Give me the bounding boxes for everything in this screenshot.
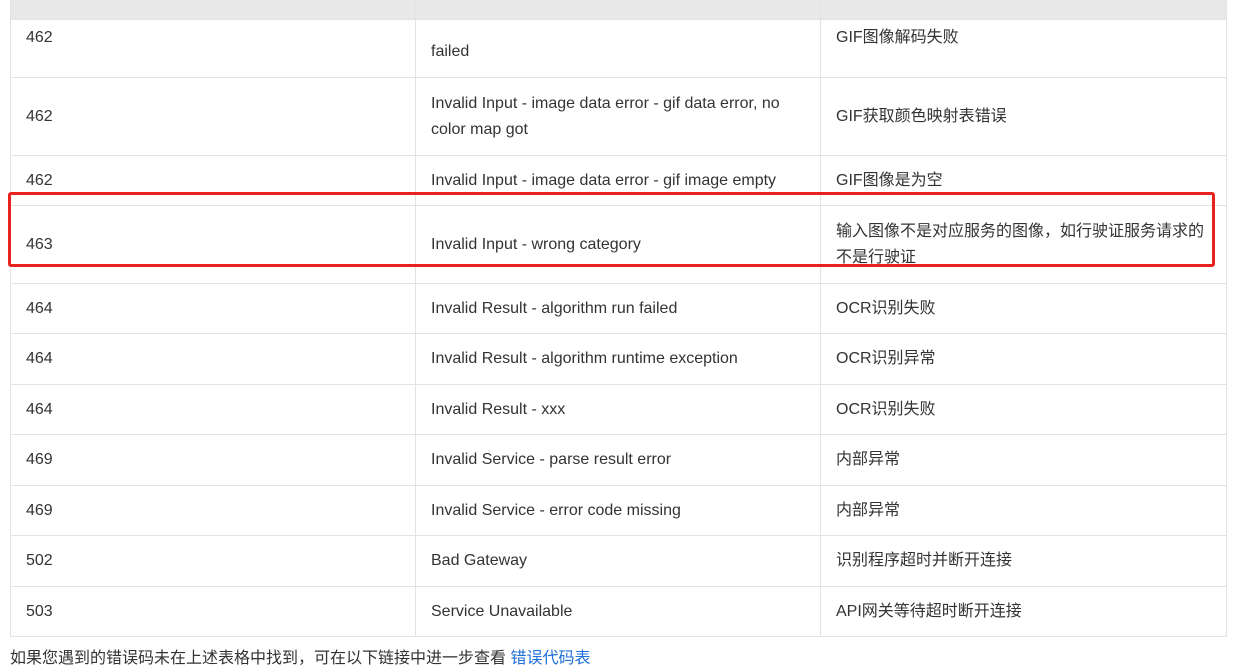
table-row: 462 Invalid Input - image data error - g… (10, 77, 1227, 156)
error-code-cell: 469 (10, 434, 416, 486)
table-row: 464 Invalid Result - algorithm run faile… (10, 283, 1227, 334)
error-message-cell: Bad Gateway (415, 535, 821, 587)
error-code-cell: 462 (10, 77, 416, 156)
table-row: 469 Invalid Service - error code missing… (10, 485, 1227, 536)
error-description-cell: GIF图像解码失败 (820, 19, 1227, 78)
column-header-code (10, 0, 416, 20)
column-header-description (820, 0, 1227, 20)
error-message-cell: Invalid Result - xxx (415, 384, 821, 435)
error-description-cell: OCR识别失败 (820, 283, 1227, 334)
error-description-cell: GIF图像是为空 (820, 155, 1227, 206)
table-row: 469 Invalid Service - parse result error… (10, 434, 1227, 486)
error-description-cell: 识别程序超时并断开连接 (820, 535, 1227, 587)
error-description-cell: 内部异常 (820, 485, 1227, 536)
table-row: 502 Bad Gateway 识别程序超时并断开连接 (10, 535, 1227, 587)
column-header-message (415, 0, 821, 20)
error-code-cell: 463 (10, 205, 416, 284)
footer-note: 如果您遇到的错误码未在上述表格中找到，可在以下链接中进一步查看 错误代码表 (10, 648, 590, 670)
error-code-cell: 464 (10, 283, 416, 334)
error-message-cell: Invalid Service - error code missing (415, 485, 821, 536)
error-code-cell: 503 (10, 586, 416, 637)
table-row-highlighted: 463 Invalid Input - wrong category 输入图像不… (10, 205, 1227, 284)
error-code-cell: 464 (10, 384, 416, 435)
table-row: 464 Invalid Result - algorithm runtime e… (10, 333, 1227, 385)
error-code-table: 462 failed GIF图像解码失败 462 Invalid Input -… (10, 0, 1227, 637)
error-message-cell: Invalid Input - image data error - gif i… (415, 155, 821, 206)
error-code-cell: 464 (10, 333, 416, 385)
error-code-cell: 502 (10, 535, 416, 587)
error-message-cell: Invalid Input - wrong category (415, 205, 821, 284)
error-description-cell: OCR识别失败 (820, 384, 1227, 435)
error-code-table-link[interactable]: 错误代码表 (510, 650, 590, 667)
error-description-cell: 内部异常 (820, 434, 1227, 486)
error-code-cell: 462 (10, 19, 416, 78)
table-row: 462 Invalid Input - image data error - g… (10, 155, 1227, 206)
footer-note-text: 如果您遇到的错误码未在上述表格中找到，可在以下链接中进一步查看 (10, 650, 507, 667)
error-description-cell: API网关等待超时断开连接 (820, 586, 1227, 637)
table-header-row (10, 0, 1227, 20)
error-message-cell: Invalid Input - image data error - gif d… (415, 77, 821, 156)
error-message-cell: Invalid Result - algorithm run failed (415, 283, 821, 334)
error-message-cell: Invalid Result - algorithm runtime excep… (415, 333, 821, 385)
error-description-cell: OCR识别异常 (820, 333, 1227, 385)
error-message-cell: Service Unavailable (415, 586, 821, 637)
error-message-cell: failed (415, 19, 821, 78)
table-row: 464 Invalid Result - xxx OCR识别失败 (10, 384, 1227, 435)
error-code-cell: 462 (10, 155, 416, 206)
error-message-cell: Invalid Service - parse result error (415, 434, 821, 486)
error-description-cell: GIF获取颜色映射表错误 (820, 77, 1227, 156)
error-code-table-container: 462 failed GIF图像解码失败 462 Invalid Input -… (10, 0, 1227, 637)
table-row: 503 Service Unavailable API网关等待超时断开连接 (10, 586, 1227, 637)
error-description-cell: 输入图像不是对应服务的图像，如行驶证服务请求的不是行驶证 (820, 205, 1227, 284)
table-row: 462 failed GIF图像解码失败 (10, 19, 1227, 78)
error-code-cell: 469 (10, 485, 416, 536)
